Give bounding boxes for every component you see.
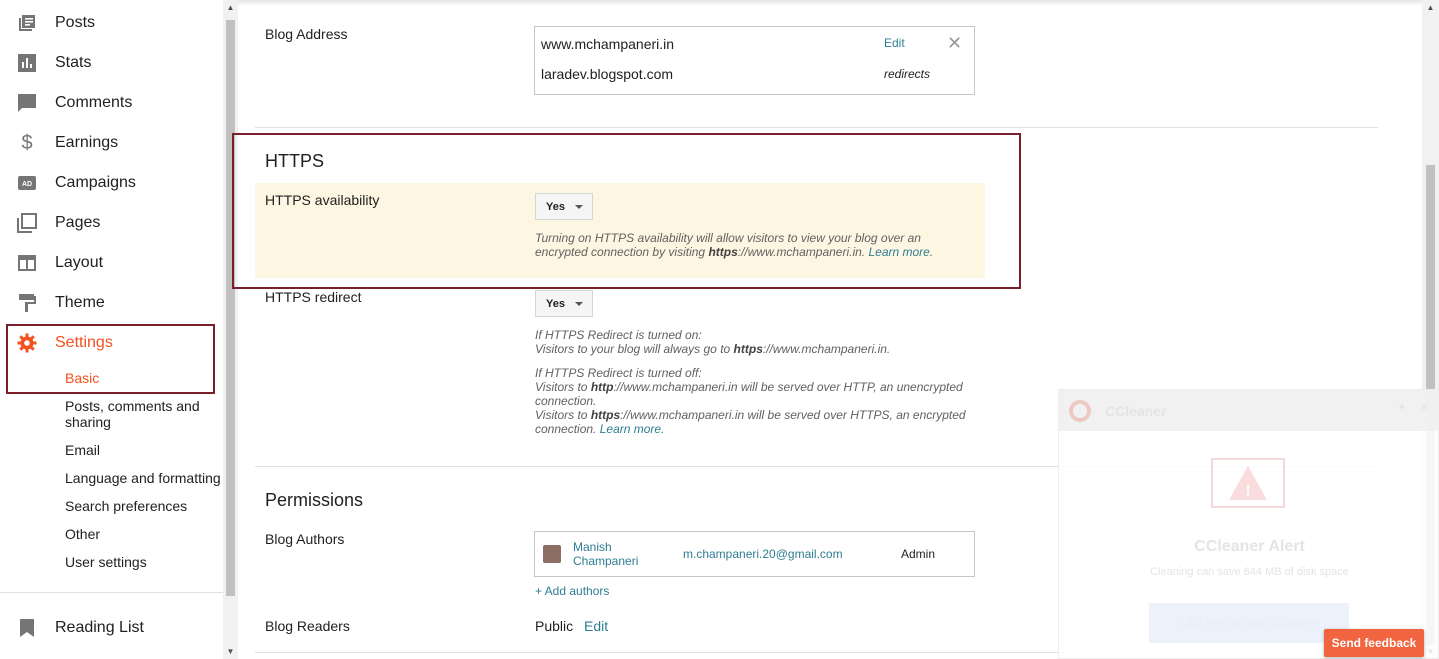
scrollbar-thumb[interactable] [226,20,235,596]
blog-address-secondary: laradev.blogspot.com [541,66,674,82]
redirects-note: redirects [884,67,931,81]
settings-sub-user-settings[interactable]: User settings [65,554,225,570]
annotation-box-settings [6,324,215,394]
ccleaner-notification: CCleaner ✦ ✕ ! CCleaner Alert Cleaning c… [1058,389,1439,659]
author-name-link[interactable]: Manish Champaneri [573,540,638,568]
close-icon[interactable]: ✕ [947,33,962,54]
ccleaner-header: CCleaner ✦ ✕ [1059,390,1439,431]
blog-address-edit-link[interactable]: Edit [884,36,905,50]
sidebar-item-reading-list[interactable]: Reading List [0,608,223,648]
blog-authors-box: Manish Champaneri m.champaneri.20@gmail.c… [534,531,975,577]
author-role: Admin [901,547,936,561]
author-last-name: Champaneri [573,554,639,568]
close-icon[interactable]: ✕ [1419,400,1429,414]
scroll-up-icon[interactable]: ▲ [1423,0,1438,15]
ccleaner-alert-title: CCleaner Alert [1194,538,1305,555]
ccleaner-title: CCleaner [1105,403,1167,419]
https-redirect-label: HTTPS redirect [265,289,362,305]
ccleaner-logo-icon [1069,400,1091,422]
help-line: Visitors to http://www.mchampaneri.in wi… [535,380,975,408]
ad-icon: AD [17,173,37,193]
sidebar-item-label: Comments [55,94,133,111]
stats-icon [17,53,37,73]
ccleaner-open-button[interactable]: Click here to open CCleaner [1149,603,1349,643]
chevron-down-icon [575,302,583,306]
help-bold: http [590,380,614,394]
comments-icon [17,93,37,113]
help-text: Visitors to [535,408,591,422]
permissions-section-title: Permissions [265,490,364,510]
help-line: Visitors to https://www.mchampaneri.in w… [535,408,975,436]
https-redirect-help-on: If HTTPS Redirect is turned on: Visitors… [535,328,975,356]
add-authors-link[interactable]: + Add authors [535,584,609,598]
section-divider [255,127,1378,128]
ccleaner-alert-body: Cleaning can save 644 MB of disk space [1150,566,1349,578]
blog-readers-edit-link[interactable]: Edit [584,618,608,634]
sidebar-item-campaigns[interactable]: AD Campaigns [0,163,223,203]
pages-icon [17,213,37,233]
header-shadow [238,0,1422,6]
settings-sub-search[interactable]: Search preferences [65,498,225,514]
svg-text:!: ! [1245,483,1250,500]
blog-readers-value: Public [535,618,574,634]
sidebar-item-posts[interactable]: Posts [0,3,223,43]
posts-icon [17,13,37,33]
author-first-name: Manish [573,540,612,554]
sidebar-item-label: Earnings [55,134,119,151]
settings-sub-other[interactable]: Other [65,526,225,542]
scroll-down-icon[interactable]: ▼ [223,644,238,659]
annotation-box-https [232,133,1021,289]
send-feedback-button[interactable]: Send feedback [1324,629,1424,657]
sidebar-scrollbar[interactable]: ▲ ▼ [223,0,238,659]
layout-icon [17,253,37,273]
pin-icon[interactable]: ✦ [1397,400,1407,414]
sidebar-item-pages[interactable]: Pages [0,203,223,243]
sidebar-item-stats[interactable]: Stats [0,43,223,83]
help-text: Visitors to [535,380,591,394]
sidebar: Posts Stats Comments $ Earnings AD Campa… [0,0,223,659]
blog-address-label: Blog Address [265,26,348,42]
sidebar-item-theme[interactable]: Theme [0,283,223,323]
settings-sub-language[interactable]: Language and formatting [65,470,225,486]
help-text: If HTTPS Redirect is turned on: [535,328,702,342]
help-text: If HTTPS Redirect is turned off: [535,366,702,380]
sidebar-item-comments[interactable]: Comments [0,83,223,123]
blog-authors-label: Blog Authors [265,531,345,547]
sidebar-item-label: Theme [55,294,105,311]
help-bold: https [733,342,763,356]
sidebar-item-label: Layout [55,254,104,271]
help-bold: https [590,408,621,422]
paint-roller-icon [17,293,37,313]
https-redirect-value: Yes [546,297,565,310]
sidebar-item-label: Stats [55,54,92,71]
settings-sub-email[interactable]: Email [65,442,225,458]
help-text: Visitors to your blog will always go to [535,342,734,356]
sidebar-item-layout[interactable]: Layout [0,243,223,283]
help-text: ://www.mchampaneri.in. [762,342,891,356]
learn-more-link[interactable]: Learn more. [600,422,665,436]
dollar-icon: $ [21,131,33,154]
https-redirect-help-off: If HTTPS Redirect is turned off: Visitor… [535,366,975,436]
warning-window-icon: ! [1211,458,1285,508]
sidebar-item-label: Reading List [55,619,144,636]
sidebar-item-label: Pages [55,214,101,231]
sidebar-divider [0,592,223,593]
sidebar-item-label: Campaigns [55,174,136,191]
author-email[interactable]: m.champaneri.20@gmail.com [683,547,843,561]
scroll-up-icon[interactable]: ▲ [223,0,238,15]
avatar [543,545,561,563]
blog-readers-label: Blog Readers [265,618,350,634]
settings-sub-posts-comments-sharing[interactable]: Posts, comments and sharing [65,398,225,430]
sidebar-item-earnings[interactable]: $ Earnings [0,123,223,163]
blog-address-primary: www.mchampaneri.in [541,36,675,52]
bookmark-icon [17,618,37,638]
sidebar-item-label: Posts [55,14,96,31]
help-line: Visitors to your blog will always go to … [535,342,975,356]
blog-address-box: www.mchampaneri.in Edit ✕ laradev.blogsp… [534,26,975,95]
https-redirect-select[interactable]: Yes [535,290,593,317]
svg-text:AD: AD [22,181,32,188]
